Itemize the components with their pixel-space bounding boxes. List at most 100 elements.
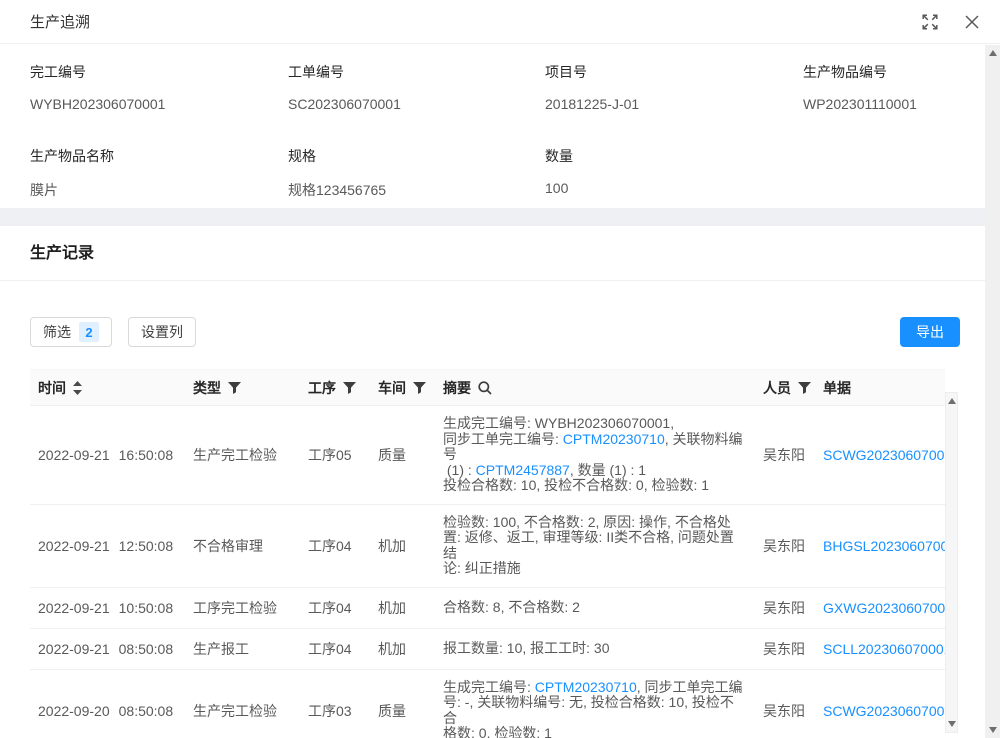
col-header-label: 车间 (378, 378, 406, 398)
info-field-label: 规格 (288, 146, 545, 166)
records-table: 时间类型工序车间摘要人员单据 2022-09-2116:50:08生产完工检验工… (30, 369, 945, 738)
cell-process: 工序04 (300, 504, 370, 587)
summary-doc-link[interactable]: CPTM20230710 (563, 431, 665, 447)
cell-time: 2022-09-2108:50:08 (30, 628, 185, 669)
info-field-value: 规格123456765 (288, 180, 545, 200)
col-header-person[interactable]: 人员 (755, 370, 815, 406)
col-header-inner: 工序 (308, 378, 362, 398)
search-icon[interactable] (478, 381, 492, 395)
cell-summary: 报工数量: 10, 报工工时: 30 (435, 628, 755, 669)
cell-type: 生产完工检验 (185, 669, 300, 738)
cell-workshop: 机加 (370, 504, 435, 587)
table-row: 2022-09-2112:50:08不合格审理工序04机加检验数: 100, 不… (30, 504, 945, 587)
cell-clock-text: 08:50:08 (119, 703, 174, 719)
doc-link[interactable]: SCLL202306070001 (823, 641, 945, 657)
summary-doc-link[interactable]: CPTM2457887 (476, 462, 570, 478)
col-header-doc[interactable]: 单据 (815, 370, 945, 406)
cell-person: 吴东阳 (755, 628, 815, 669)
doc-link[interactable]: SCWG20230607000 (823, 703, 945, 719)
col-header-type[interactable]: 类型 (185, 370, 300, 406)
info-field: 完工编号WYBH202306070001 (30, 62, 288, 112)
col-header-process[interactable]: 工序 (300, 370, 370, 406)
col-header-summary[interactable]: 摘要 (435, 370, 755, 406)
page-scroll-up-arrow[interactable] (989, 50, 997, 56)
col-header-label: 时间 (38, 378, 66, 398)
cell-type: 生产报工 (185, 628, 300, 669)
cell-doc: GXWG20230607000 (815, 587, 945, 628)
cell-workshop: 机加 (370, 628, 435, 669)
cell-date-text: 2022-09-21 (38, 538, 110, 554)
cell-date-text: 2022-09-20 (38, 703, 110, 719)
set-columns-button[interactable]: 设置列 (128, 317, 196, 347)
info-field-label: 生产物品名称 (30, 146, 288, 166)
col-header-inner: 车间 (378, 378, 427, 398)
cell-person: 吴东阳 (755, 504, 815, 587)
cell-doc: BHGSL2023060700 (815, 504, 945, 587)
col-header-label: 类型 (193, 378, 221, 398)
doc-link[interactable]: SCWG20230607000 (823, 447, 945, 463)
filter-icon[interactable] (228, 382, 241, 394)
cell-person: 吴东阳 (755, 669, 815, 738)
info-field-label: 生产物品编号 (803, 62, 970, 82)
modal-title: 生产追溯 (30, 11, 90, 32)
doc-link[interactable]: GXWG20230607000 (823, 600, 945, 616)
page-scroll-down-arrow[interactable] (989, 727, 997, 733)
cell-time: 2022-09-2110:50:08 (30, 587, 185, 628)
table-row: 2022-09-2110:50:08工序完工检验工序04机加合格数: 8, 不合… (30, 587, 945, 628)
cell-process: 工序04 (300, 587, 370, 628)
records-section-title: 生产记录 (0, 226, 1000, 281)
modal-header-actions (922, 14, 980, 30)
cell-workshop: 质量 (370, 406, 435, 505)
info-field: 生产物品名称膜片 (30, 146, 288, 200)
doc-link[interactable]: BHGSL2023060700 (823, 538, 945, 554)
info-field-value: 膜片 (30, 180, 288, 200)
info-field-value: 20181225-J-01 (545, 96, 803, 112)
filter-icon[interactable] (413, 382, 426, 394)
set-columns-label: 设置列 (141, 322, 183, 342)
table-scroll-up-arrow[interactable] (948, 398, 956, 404)
cell-type: 生产完工检验 (185, 406, 300, 505)
filter-icon[interactable] (798, 382, 811, 394)
table-scrollbar[interactable] (945, 392, 958, 733)
cell-process: 工序03 (300, 669, 370, 738)
info-field: 工单编号SC202306070001 (288, 62, 545, 112)
cell-doc: SCLL202306070001 (815, 628, 945, 669)
table-row: 2022-09-2108:50:08生产报工工序04机加报工数量: 10, 报工… (30, 628, 945, 669)
col-header-inner: 人员 (763, 378, 807, 398)
sort-icon[interactable] (73, 381, 82, 395)
close-icon[interactable] (964, 14, 980, 30)
cell-person: 吴东阳 (755, 406, 815, 505)
cell-person: 吴东阳 (755, 587, 815, 628)
cell-type: 不合格审理 (185, 504, 300, 587)
page-scrollbar[interactable] (985, 45, 1000, 738)
col-header-workshop[interactable]: 车间 (370, 370, 435, 406)
info-field-value: WYBH202306070001 (30, 96, 288, 112)
filter-button-label: 筛选 (43, 322, 71, 342)
col-header-inner: 摘要 (443, 378, 747, 398)
production-trace-modal: 生产追溯 完工编号WYBH202306070001工单编号SC202306070… (0, 0, 1000, 738)
export-button[interactable]: 导出 (900, 317, 960, 347)
col-header-label: 工序 (308, 378, 336, 398)
cell-process: 工序04 (300, 628, 370, 669)
cell-time: 2022-09-21 16:50:08 (30, 406, 185, 505)
summary-doc-link[interactable]: CPTM20230710 (535, 679, 637, 695)
col-header-inner: 时间 (38, 378, 177, 398)
cell-clock-text: 16:50:08 (119, 447, 174, 463)
cell-date-text: 2022-09-21 (38, 447, 110, 463)
cell-summary: 合格数: 8, 不合格数: 2 (435, 587, 755, 628)
table-scroll-down-arrow[interactable] (948, 721, 956, 727)
section-divider (0, 208, 1000, 226)
col-header-label: 单据 (823, 378, 851, 398)
filter-icon[interactable] (343, 382, 356, 394)
col-header-time[interactable]: 时间 (30, 370, 185, 406)
fullscreen-icon[interactable] (922, 14, 938, 30)
filter-button[interactable]: 筛选 2 (30, 317, 112, 347)
cell-clock-text: 10:50:08 (119, 600, 174, 616)
col-header-inner: 类型 (193, 378, 292, 398)
cell-time: 2022-09-2112:50:08 (30, 504, 185, 587)
info-field-label: 工单编号 (288, 62, 545, 82)
cell-doc: SCWG20230607000 (815, 406, 945, 505)
table-row: 2022-09-2008:50:08生产完工检验工序03质量生成完工编号: CP… (30, 669, 945, 738)
info-field-label: 项目号 (545, 62, 803, 82)
cell-clock-text: 08:50:08 (119, 641, 174, 657)
